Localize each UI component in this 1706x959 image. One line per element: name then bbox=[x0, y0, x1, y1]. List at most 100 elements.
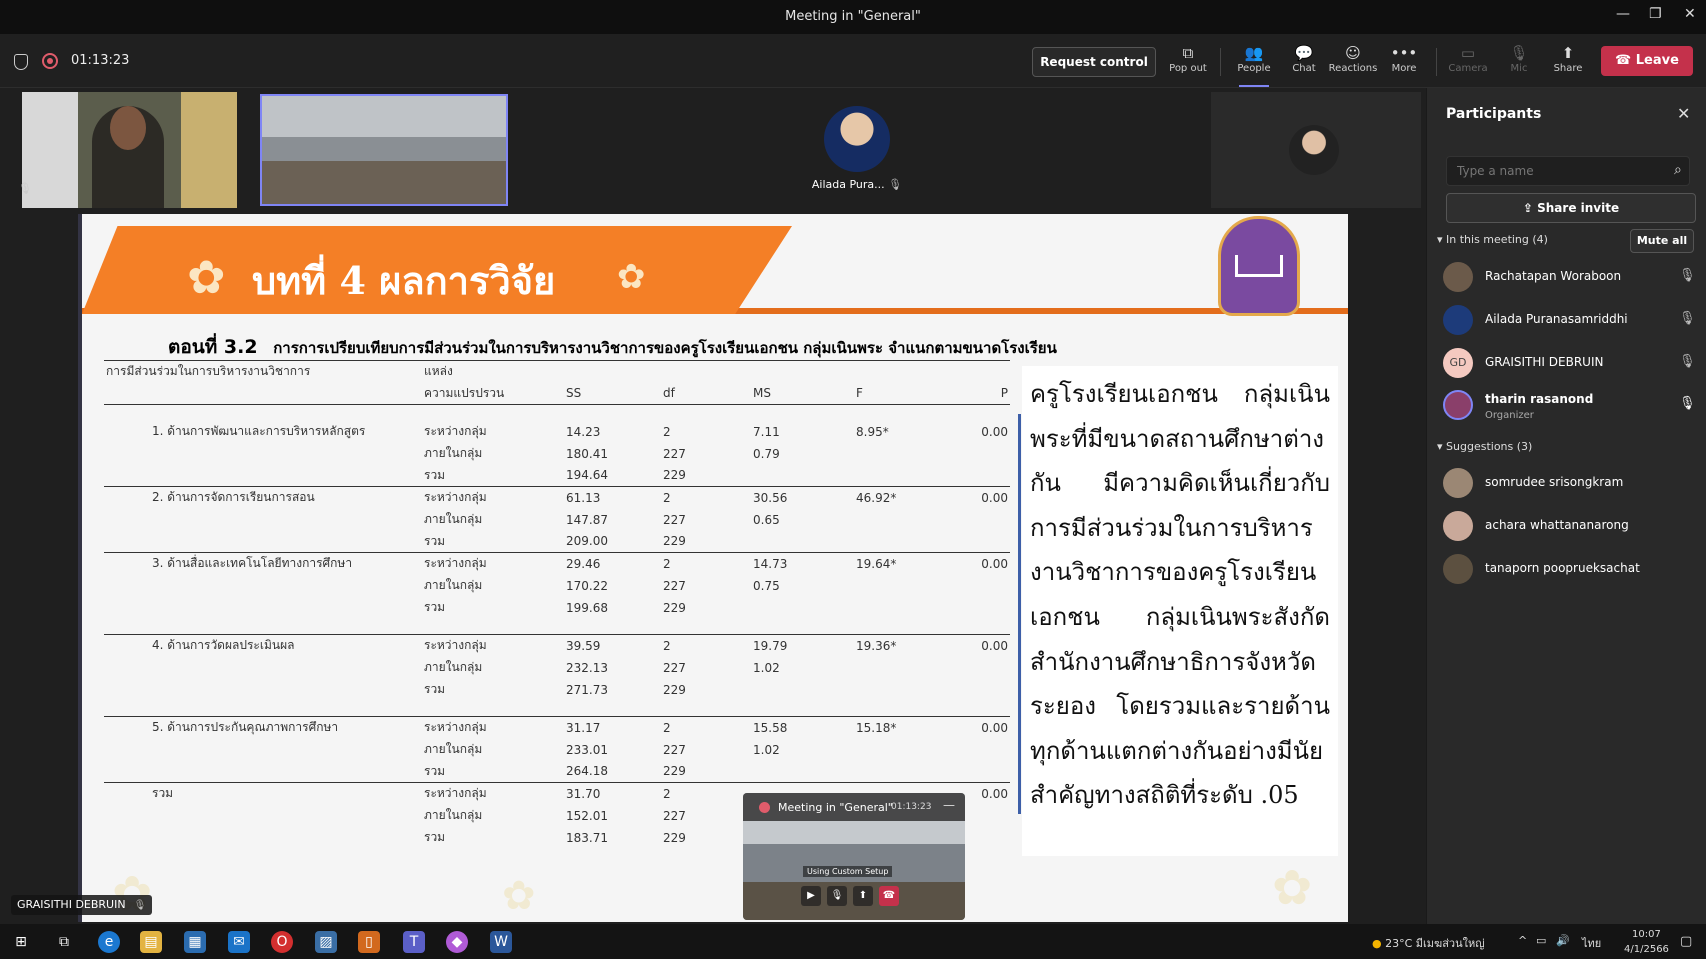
table-cell: 2 bbox=[661, 486, 751, 509]
table-cell: 152.01 bbox=[566, 808, 608, 823]
table-row: ภายในกลุ่ม 180.41 227 0.79 bbox=[104, 443, 1010, 465]
table-cell: 227 bbox=[663, 660, 686, 675]
table-cell: 2 bbox=[661, 782, 751, 805]
system-clock[interactable]: 10:07 4/1/2566 bbox=[1624, 927, 1669, 957]
people-button[interactable]: 👥 People bbox=[1229, 43, 1279, 87]
mic-off-icon[interactable]: 🎙 bbox=[1679, 268, 1696, 283]
table-row: 4. ด้านการวัดผลประเมินผล ระหว่างกลุ่ม 39.5… bbox=[104, 634, 1010, 657]
network-icon[interactable]: ▭ bbox=[1536, 934, 1546, 947]
in-meeting-section[interactable]: ▾ In this meeting (4) bbox=[1437, 233, 1548, 246]
table-cell bbox=[962, 739, 1010, 761]
search-input[interactable] bbox=[1446, 156, 1690, 186]
store-icon[interactable]: ▦ bbox=[184, 931, 206, 953]
table-row: รวม 199.68 229 bbox=[104, 597, 1010, 619]
file-explorer-icon[interactable]: ▤ bbox=[140, 931, 162, 953]
minimize-icon[interactable]: — bbox=[943, 798, 955, 812]
camera-button[interactable]: ▭ Camera bbox=[1443, 43, 1493, 74]
mail-icon[interactable]: ✉ bbox=[228, 931, 250, 953]
pop-out-button[interactable]: ⧉ Pop out bbox=[1163, 43, 1213, 74]
avatar-ailada[interactable] bbox=[824, 106, 890, 172]
camera-off-icon: ▭ bbox=[1460, 44, 1476, 62]
table-cell bbox=[751, 465, 854, 487]
table-cell: ระหว่างกลุ่ม bbox=[424, 424, 487, 438]
table-cell: 8.95* bbox=[856, 424, 889, 439]
avatar bbox=[1443, 262, 1473, 292]
photos-icon[interactable]: ▨ bbox=[315, 931, 337, 953]
chat-button[interactable]: 💬 Chat bbox=[1279, 43, 1329, 74]
summary-text: ครูโรงเรียนเอกชน กลุ่มเนินพระที่มีขนาดสถ… bbox=[1030, 380, 1330, 810]
share-invite-button[interactable]: ⇪ Share invite bbox=[1446, 193, 1696, 223]
paint-icon[interactable]: ◆ bbox=[446, 931, 468, 953]
windows-start-icon[interactable]: ⊞ bbox=[10, 931, 32, 953]
pop-out-icon: ⧉ bbox=[1182, 44, 1194, 62]
share-icon[interactable]: ⬆ bbox=[853, 886, 873, 906]
opera-icon[interactable]: O bbox=[271, 931, 293, 953]
notification-icon[interactable]: ▢ bbox=[1680, 934, 1692, 949]
reactions-icon: ☺ bbox=[1345, 44, 1361, 62]
camera-icon[interactable]: ▶ bbox=[801, 886, 821, 906]
flower-icon: ✿ bbox=[187, 250, 226, 304]
mic-off-icon[interactable]: 🎙 bbox=[1679, 311, 1696, 326]
table-cell: 183.71 bbox=[566, 830, 608, 845]
participant-row[interactable]: Ailada Puranasamriddhi 🎙 bbox=[1443, 303, 1703, 339]
restore-icon[interactable]: ❐ bbox=[1649, 6, 1662, 22]
request-control-button[interactable]: Request control bbox=[1032, 47, 1156, 77]
minimize-icon[interactable]: — bbox=[1616, 6, 1630, 22]
slide-title: บทที่ 4 ผลการวิจัย bbox=[252, 258, 556, 303]
teams-icon[interactable]: T bbox=[403, 931, 425, 953]
close-icon[interactable]: ✕ bbox=[1677, 104, 1690, 123]
share-button[interactable]: ⬆ Share bbox=[1543, 43, 1593, 74]
suggestion-row[interactable]: somrudee srisongkram bbox=[1443, 466, 1703, 502]
participant-row[interactable]: tharin rasanond Organizer 🎙 bbox=[1443, 388, 1703, 424]
table-cell: ระหว่างกลุ่ม bbox=[422, 716, 564, 739]
word-icon[interactable]: W bbox=[490, 931, 512, 953]
avatar bbox=[1443, 390, 1473, 420]
table-cell bbox=[854, 465, 962, 487]
suggestions-section[interactable]: ▾ Suggestions (3) bbox=[1437, 440, 1532, 453]
recording-icon bbox=[759, 802, 770, 813]
search-icon[interactable]: ⌕ bbox=[1674, 162, 1682, 178]
table-cell: 1.02 bbox=[753, 742, 780, 757]
table-cell: 30.56 bbox=[751, 486, 854, 509]
mute-all-button[interactable]: Mute all bbox=[1630, 229, 1694, 253]
table-cell: 19.79 bbox=[751, 634, 854, 657]
phone-hangup-icon[interactable]: ☎ bbox=[879, 886, 899, 906]
leave-button[interactable]: ☎ Leave bbox=[1601, 46, 1693, 76]
mic-off-icon[interactable]: 🎙 bbox=[827, 886, 847, 906]
table-cell bbox=[751, 531, 854, 553]
task-view-icon[interactable]: ⧉ bbox=[53, 931, 75, 953]
edge-icon[interactable]: e bbox=[98, 931, 120, 953]
university-logo bbox=[1218, 216, 1300, 316]
participant-row[interactable]: Rachatapan Woraboon 🎙 bbox=[1443, 260, 1703, 296]
language-indicator[interactable]: ไทย bbox=[1582, 934, 1601, 952]
files-icon[interactable]: ▯ bbox=[358, 931, 380, 953]
table-cell: ภายในกลุ่ม bbox=[424, 578, 483, 592]
mic-icon[interactable]: 🎙 bbox=[1679, 396, 1696, 411]
table-cell: 170.22 bbox=[566, 578, 608, 593]
close-window-icon[interactable]: ✕ bbox=[1684, 6, 1696, 22]
weather-icon: ● bbox=[1372, 937, 1382, 950]
video-tile-room[interactable] bbox=[260, 94, 508, 206]
volume-icon[interactable]: 🔊 bbox=[1556, 934, 1570, 947]
reactions-button[interactable]: ☺ Reactions bbox=[1328, 43, 1378, 74]
video-tile-presenter[interactable] bbox=[22, 92, 237, 208]
presenter-video bbox=[92, 106, 164, 208]
table-cell: 31.70 bbox=[564, 782, 661, 805]
table-cell bbox=[962, 805, 1010, 827]
suggestion-row[interactable]: tanaporn pooprueksachat bbox=[1443, 552, 1703, 588]
table-cell: 0.65 bbox=[753, 512, 780, 527]
more-button[interactable]: ••• More bbox=[1379, 43, 1429, 74]
weather-widget[interactable]: ● 23°C มีเมฆส่วนใหญ่ bbox=[1372, 934, 1485, 952]
table-cell: 264.18 bbox=[566, 764, 608, 779]
meeting-pip-window[interactable]: Meeting in "General" 01:13:23 — Using Cu… bbox=[743, 793, 965, 920]
mic-off-icon[interactable]: 🎙 bbox=[1679, 354, 1696, 369]
mic-button[interactable]: 🎙 Mic bbox=[1494, 43, 1544, 74]
pip-controls: ▶ 🎙 ⬆ ☎ bbox=[801, 886, 911, 908]
table-cell: ภายในกลุ่ม bbox=[424, 742, 483, 756]
table-cell: ระหว่างกลุ่ม bbox=[422, 634, 564, 657]
participant-row[interactable]: GD GRAISITHI DEBRUIN 🎙 bbox=[1443, 346, 1703, 382]
video-tile-participant[interactable] bbox=[1211, 92, 1421, 208]
suggestion-row[interactable]: achara whattananarong bbox=[1443, 509, 1703, 545]
tray-chevron-icon[interactable]: ^ bbox=[1518, 934, 1527, 947]
table-cell: 229 bbox=[663, 600, 686, 615]
